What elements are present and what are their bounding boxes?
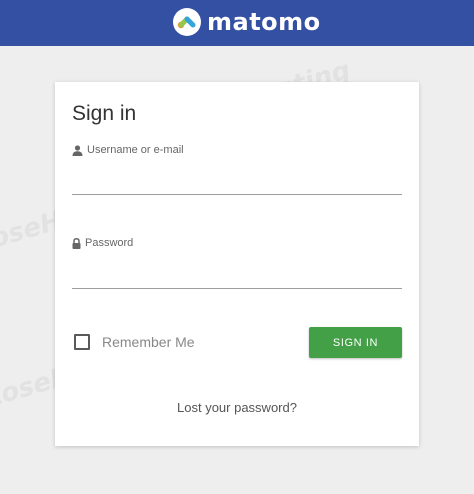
login-card: Sign in Username or e-mail Password Reme…	[55, 82, 419, 446]
lock-icon	[72, 237, 81, 249]
username-label-text: Username or e-mail	[87, 144, 184, 156]
logo-text: matomo	[207, 8, 321, 36]
password-label-text: Password	[85, 237, 134, 249]
password-input[interactable]	[72, 262, 402, 289]
remember-me-checkbox[interactable]	[74, 334, 90, 350]
lost-password-link[interactable]: Lost your password?	[55, 400, 419, 415]
header-bar: matomo	[0, 0, 474, 46]
remember-me-label[interactable]: Remember Me	[102, 334, 195, 350]
page-title: Sign in	[72, 102, 137, 125]
sign-in-button[interactable]: SIGN IN	[309, 327, 402, 358]
matomo-logo[interactable]: matomo	[173, 7, 321, 37]
user-icon	[72, 144, 83, 156]
matomo-logo-icon	[173, 8, 201, 36]
username-input[interactable]	[72, 168, 402, 195]
password-label: Password	[72, 237, 133, 249]
username-label: Username or e-mail	[72, 144, 184, 156]
